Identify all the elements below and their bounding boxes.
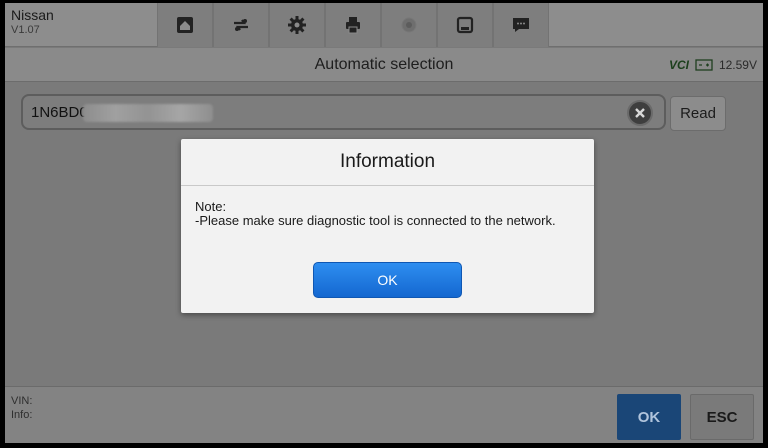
title-bar: Automatic selection VCI 12.59V bbox=[5, 48, 763, 82]
bottom-bar: VIN: Info: OK ESC bbox=[5, 386, 763, 443]
gear-icon bbox=[288, 16, 306, 34]
esc-button[interactable]: ESC bbox=[690, 394, 754, 440]
bottom-ok-button[interactable]: OK bbox=[617, 394, 681, 440]
close-icon bbox=[635, 108, 645, 118]
settings-button[interactable] bbox=[269, 3, 325, 47]
top-toolbar: Nissan V1.07 bbox=[5, 3, 763, 47]
print-icon bbox=[346, 17, 360, 34]
print-button[interactable] bbox=[325, 3, 381, 47]
camera-icon bbox=[401, 17, 417, 33]
dialog-title: Information bbox=[181, 139, 594, 186]
save-button[interactable] bbox=[437, 3, 493, 47]
vin-redaction bbox=[83, 104, 213, 122]
home-button[interactable] bbox=[157, 3, 213, 47]
vin-input-value: 1N6BD0 bbox=[31, 104, 88, 121]
dialog-note-label: Note: bbox=[195, 199, 227, 214]
chat-icon bbox=[513, 18, 529, 32]
screenshot-button[interactable] bbox=[381, 3, 437, 47]
read-button[interactable]: Read bbox=[670, 96, 726, 131]
vehicle-swap-button[interactable] bbox=[213, 3, 269, 47]
app-screen: Nissan V1.07 Automatic selection VCI 12.… bbox=[5, 3, 763, 443]
app-version: V1.07 bbox=[11, 24, 40, 36]
vehicle-swap-icon bbox=[234, 19, 248, 31]
vin-input[interactable]: 1N6BD0 bbox=[21, 94, 666, 130]
vin-label: VIN: bbox=[11, 395, 33, 407]
chat-button[interactable] bbox=[493, 3, 549, 47]
voltage-readout: 12.59V bbox=[718, 58, 757, 72]
home-icon bbox=[177, 17, 193, 33]
app-info: Nissan V1.07 bbox=[11, 8, 54, 37]
save-icon bbox=[456, 16, 474, 34]
vci-label: VCI bbox=[668, 58, 689, 72]
dialog-ok-button[interactable]: OK bbox=[313, 262, 462, 298]
clear-input-button[interactable] bbox=[627, 100, 653, 126]
dialog-body: Note: -Please make sure diagnostic tool … bbox=[195, 200, 580, 228]
vci-status: VCI 12.59V bbox=[669, 58, 757, 72]
battery-icon bbox=[695, 59, 713, 71]
app-name: Nissan bbox=[11, 7, 54, 23]
info-label: Info: bbox=[11, 409, 33, 421]
dialog-message: -Please make sure diagnostic tool is con… bbox=[195, 213, 556, 228]
information-dialog: Information Note: -Please make sure diag… bbox=[181, 139, 594, 313]
page-title: Automatic selection bbox=[314, 56, 454, 73]
